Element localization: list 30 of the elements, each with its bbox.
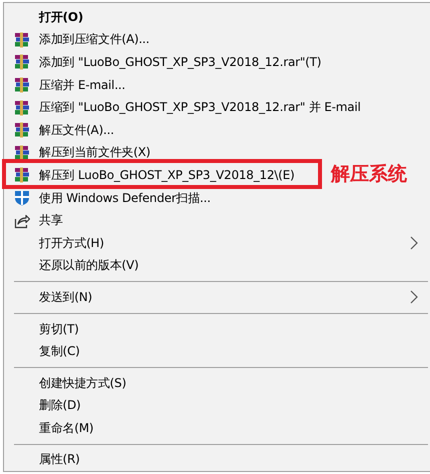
shield-icon <box>14 190 30 206</box>
menu-item[interactable]: 打开(O) <box>4 6 430 29</box>
menu-item[interactable]: 压缩并 E-mail... <box>4 74 430 96</box>
archive-icon <box>14 77 30 94</box>
menu-item[interactable]: 解压文件(A)... <box>4 118 430 142</box>
annotation-label: 解压系统 <box>331 162 407 188</box>
menu-item[interactable]: 打开方式(H) <box>4 232 430 255</box>
archive-icon <box>14 144 30 161</box>
chevron-right-icon <box>410 236 418 250</box>
menu-item[interactable]: 创建快捷方式(S) <box>4 372 430 394</box>
menu-item[interactable]: 添加到 "LuoBo_GHOST_XP_SP3_V2018_12.rar"(T) <box>4 51 430 74</box>
menu-item[interactable]: 重命名(M) <box>4 417 430 440</box>
archive-icon <box>14 54 30 70</box>
archive-icon <box>14 32 30 48</box>
menu-item[interactable]: 复制(C) <box>4 340 430 363</box>
menu-item[interactable]: 添加到压缩文件(A)... <box>4 28 430 52</box>
menu-item[interactable]: 剪切(T) <box>4 318 430 340</box>
menu-item[interactable]: 还原以前的版本(V) <box>4 254 430 278</box>
menu-item[interactable]: 属性(R) <box>4 448 430 472</box>
menu-item[interactable]: 使用 Windows Defender扫描... <box>4 186 430 210</box>
menu-item[interactable]: 发送到(N) <box>4 286 430 309</box>
chevron-right-icon <box>410 290 418 304</box>
menu-item[interactable]: 共享 <box>4 209 430 232</box>
archive-icon <box>14 122 30 138</box>
menu-item[interactable]: 删除(D) <box>4 394 430 418</box>
archive-icon <box>14 100 30 116</box>
share-icon <box>14 212 30 229</box>
archive-icon <box>14 167 30 184</box>
menu-item[interactable]: 压缩到 "LuoBo_GHOST_XP_SP3_V2018_12.rar" 并 E-mail <box>4 96 430 119</box>
menu-item[interactable]: 解压到当前文件夹(X) <box>4 142 430 164</box>
